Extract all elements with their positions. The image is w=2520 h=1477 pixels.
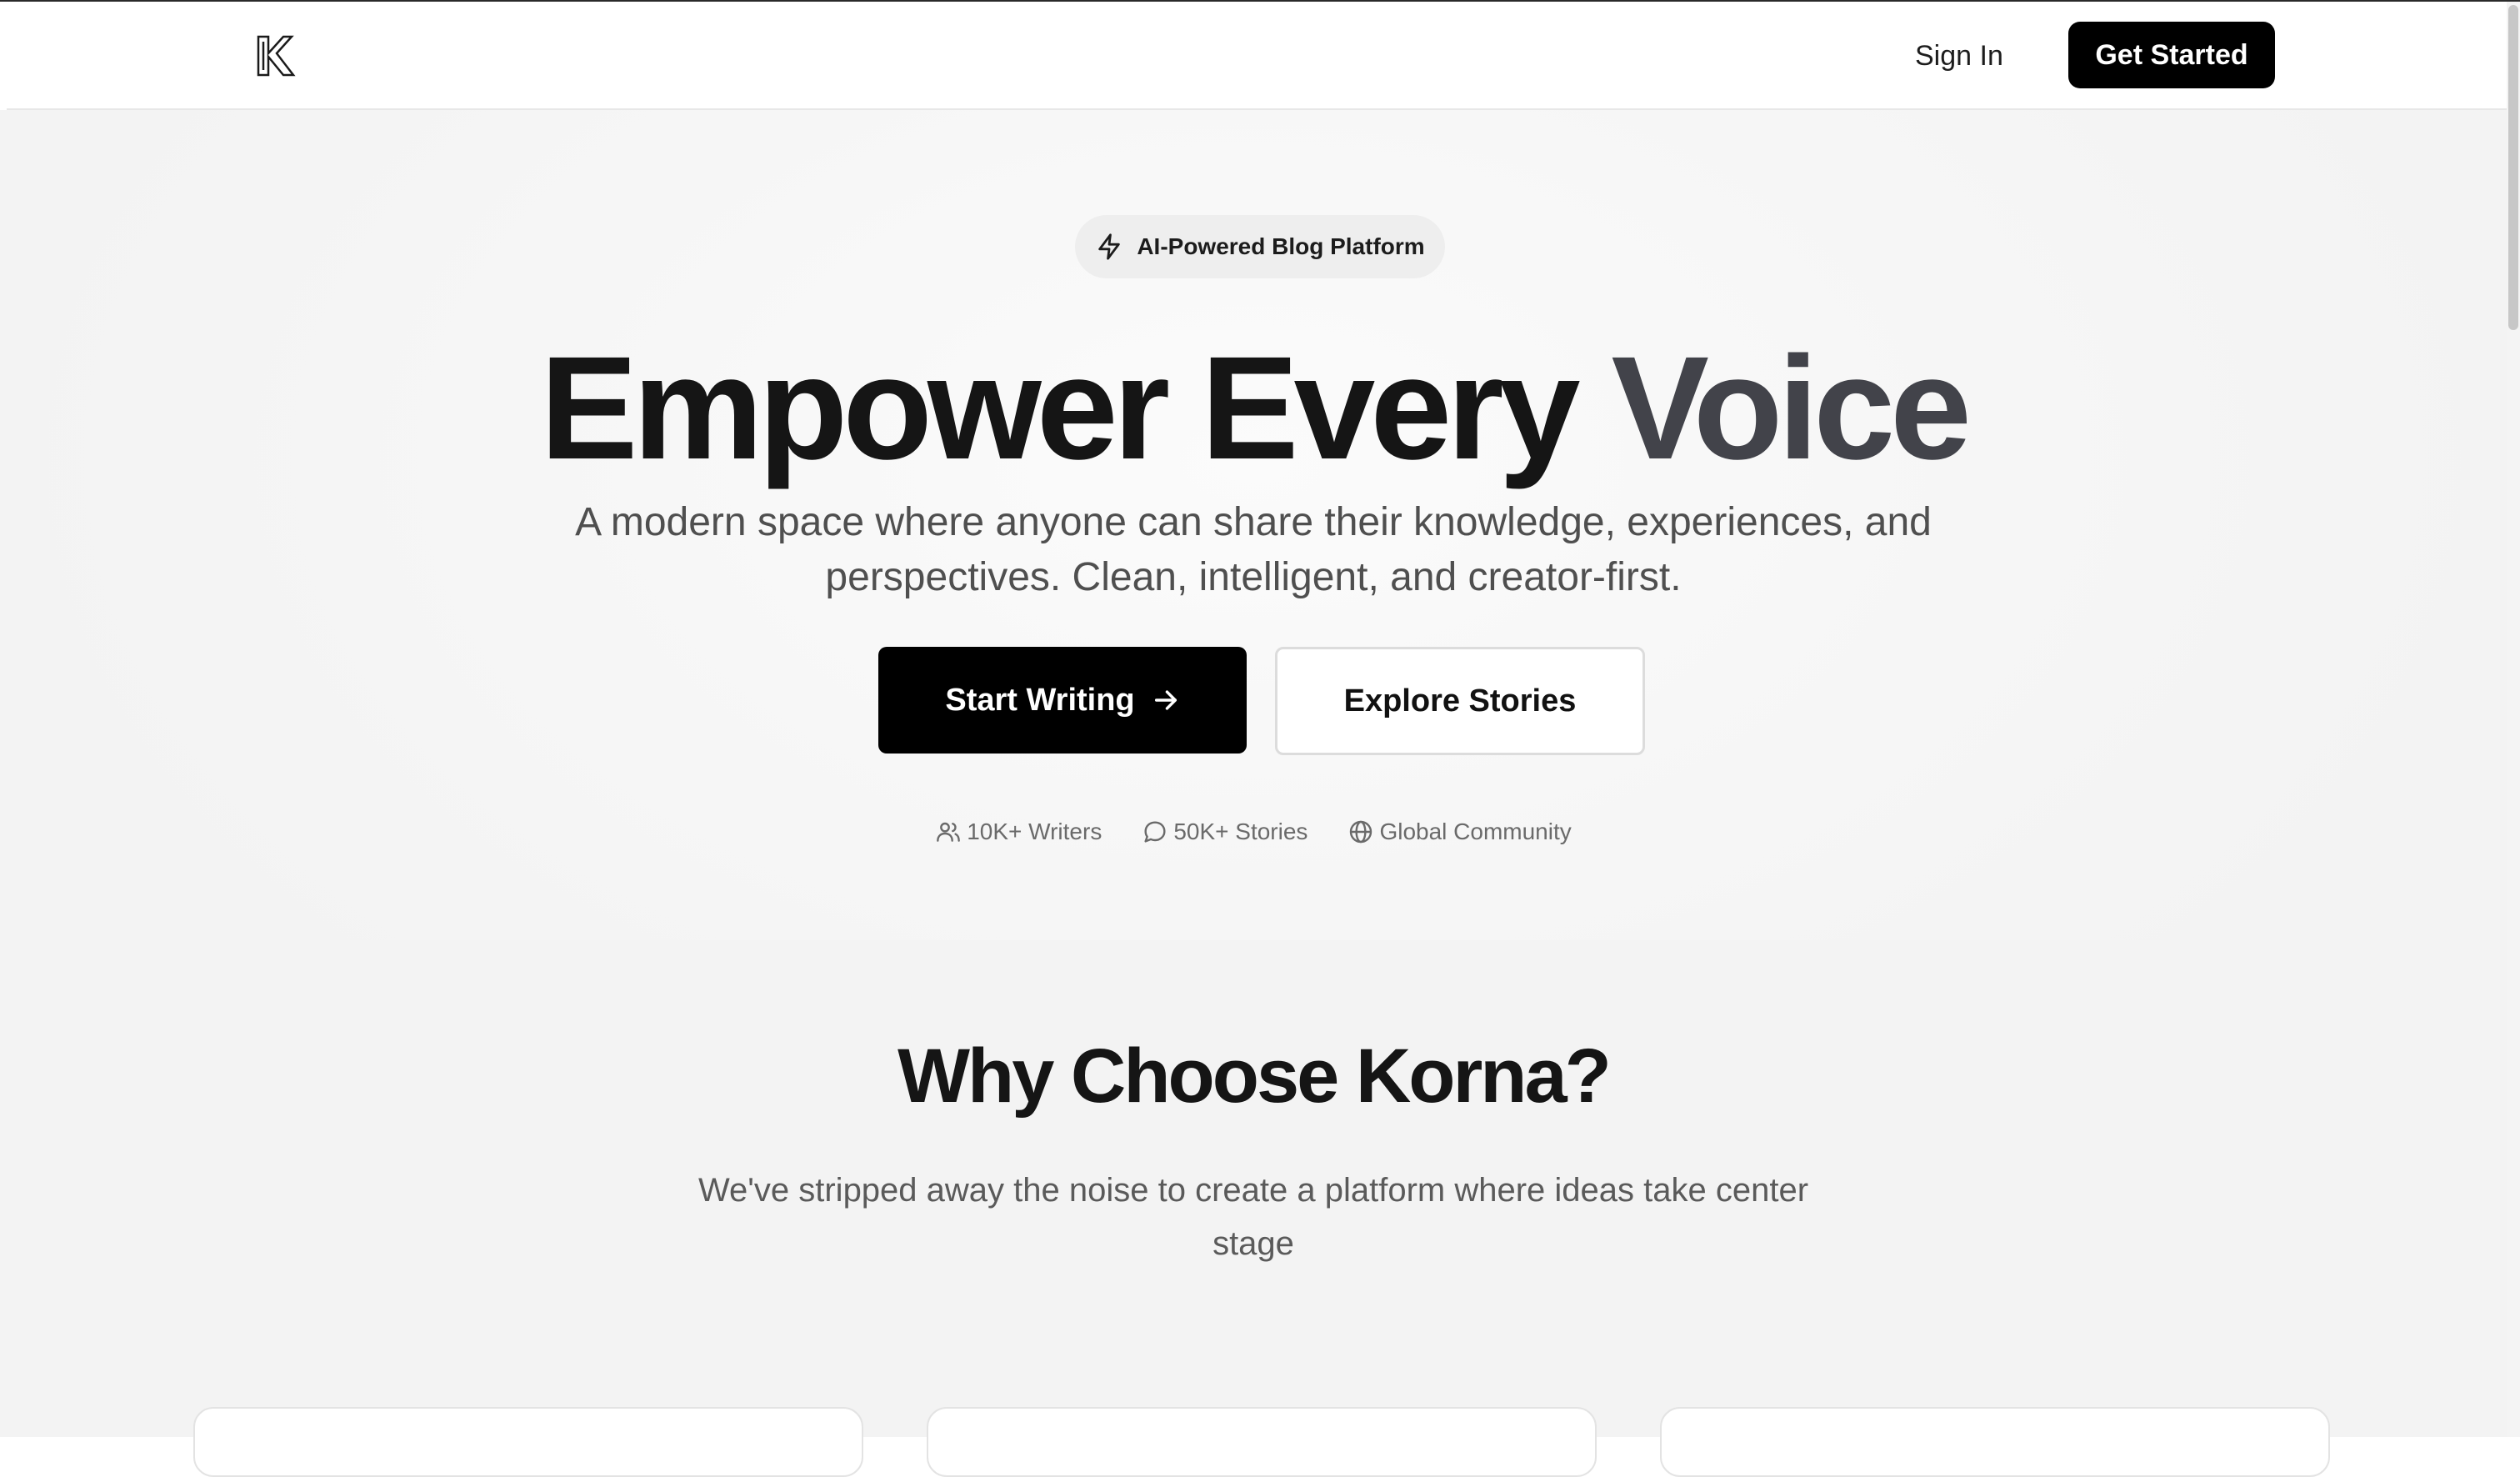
feature-card xyxy=(193,1407,863,1477)
start-writing-button[interactable]: Start Writing xyxy=(878,647,1247,754)
stat-stories: 50K+ Stories xyxy=(1142,815,1308,849)
users-icon xyxy=(937,822,961,842)
korna-k-logo-icon[interactable] xyxy=(255,33,297,78)
start-writing-label: Start Writing xyxy=(945,682,1135,718)
feature-card xyxy=(927,1407,1597,1477)
feature-card xyxy=(1660,1407,2330,1477)
stat-label: 50K+ Stories xyxy=(1173,819,1308,844)
badge-label: AI-Powered Blog Platform xyxy=(1137,233,1425,259)
hero-headline: Empower Every Voice xyxy=(0,325,2507,492)
platform-badge: AI-Powered Blog Platform xyxy=(1075,215,1445,278)
get-started-button[interactable]: Get Started xyxy=(2068,22,2275,88)
headline-accent: Voice xyxy=(1611,327,1972,490)
site-header: Sign In Get Started xyxy=(7,2,2507,110)
stat-label: 10K+ Writers xyxy=(967,819,1102,844)
headline-main: Empower Every xyxy=(540,327,1612,490)
page-scrollbar-thumb[interactable] xyxy=(2508,5,2518,330)
hero-subheading: A modern space where anyone can share th… xyxy=(575,500,1932,599)
hero-stats: 10K+ Writers 50K+ Stories Global Communi… xyxy=(0,815,2507,849)
lightning-bolt-icon xyxy=(1098,233,1121,260)
sign-in-link[interactable]: Sign In xyxy=(1915,35,2003,77)
hero-section: AI-Powered Blog Platform Empower Every V… xyxy=(0,110,2507,940)
stat-writers: 10K+ Writers xyxy=(935,815,1102,849)
globe-icon xyxy=(1350,820,1372,844)
stat-community: Global Community xyxy=(1348,815,1572,849)
arrow-right-icon xyxy=(1154,690,1177,710)
features-subtitle: We've stripped away the noise to create … xyxy=(698,1172,1809,1262)
chat-bubble-icon xyxy=(1144,821,1166,843)
explore-stories-button[interactable]: Explore Stories xyxy=(1275,647,1645,755)
features-title: Why Choose Korna? xyxy=(898,1034,1612,1119)
stat-label: Global Community xyxy=(1379,819,1572,844)
features-section: Why Choose Korna? We've stripped away th… xyxy=(0,940,2507,1477)
